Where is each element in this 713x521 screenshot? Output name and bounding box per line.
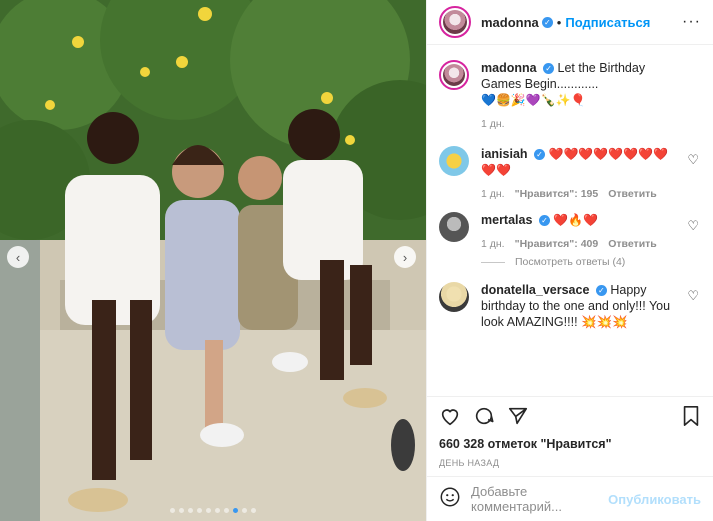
like-comment-heart-icon[interactable]: ♡ <box>687 218 699 234</box>
comment-avatar[interactable] <box>439 212 469 242</box>
bookmark-icon[interactable] <box>681 405 701 432</box>
comment-item: ianisiah ✓ ❤️❤️❤️❤️❤️❤️❤️❤️❤️❤️ 1 дн. "Н… <box>439 146 701 202</box>
author-avatar[interactable] <box>439 6 471 38</box>
emoji-icon[interactable] <box>439 486 461 513</box>
caption-emojis: 💙🍔🎉💜🍾✨🎈 <box>481 93 586 107</box>
comment-avatar[interactable] <box>439 146 469 176</box>
follow-button[interactable]: Подписаться <box>565 15 650 30</box>
verified-badge-icon: ✓ <box>538 215 550 226</box>
post-header: madonna ✓ • Подписаться ··· <box>427 0 713 45</box>
heart-icon[interactable] <box>439 405 461 432</box>
comment-text: ❤️🔥❤️ <box>553 213 599 227</box>
verified-badge-icon: ✓ <box>534 149 546 160</box>
carousel-dot <box>206 508 211 513</box>
like-comment-heart-icon[interactable]: ♡ <box>687 288 699 304</box>
verified-badge-icon: ✓ <box>541 16 553 28</box>
carousel-dot <box>242 508 247 513</box>
post-actions: 660 328 отметок "Нравится" ДЕНЬ НАЗАД <box>427 396 713 468</box>
comment-avatar[interactable] <box>439 282 469 312</box>
carousel-next-button[interactable]: › <box>394 246 416 268</box>
carousel-dot <box>188 508 193 513</box>
comment-item: donatella_versace ✓ Happy birthday to th… <box>439 282 701 330</box>
carousel-dot <box>224 508 229 513</box>
chevron-right-icon: › <box>402 249 408 265</box>
reply-button[interactable]: Ответить <box>608 186 657 202</box>
caption-body: madonna ✓ Let the Birthday Games Begin..… <box>481 60 701 132</box>
comment-time[interactable]: 1 дн. <box>481 186 505 202</box>
view-replies-label: Посмотреть ответы (4) <box>515 256 626 268</box>
verified-badge-icon: ✓ <box>595 285 607 296</box>
header-separator: • <box>556 14 562 30</box>
carousel-dot <box>251 508 256 513</box>
share-icon[interactable] <box>507 405 529 432</box>
likes-count[interactable]: 660 328 отметок "Нравится" <box>439 437 701 451</box>
caption-avatar[interactable] <box>439 60 469 90</box>
add-comment-input[interactable]: Добавьте комментарий... <box>471 484 608 514</box>
carousel-dot <box>233 508 238 513</box>
comment-likes[interactable]: "Нравится": 409 <box>515 236 599 252</box>
action-icons <box>439 403 701 433</box>
author-username[interactable]: madonna <box>481 15 539 30</box>
caption-time[interactable]: 1 дн. <box>481 116 505 132</box>
comment-username[interactable]: ianisiah <box>481 147 528 161</box>
comment-body: ianisiah ✓ ❤️❤️❤️❤️❤️❤️❤️❤️❤️❤️ 1 дн. "Н… <box>481 146 701 202</box>
comment-body: donatella_versace ✓ Happy birthday to th… <box>481 282 701 330</box>
avatar-image <box>443 64 465 86</box>
replies-divider <box>481 261 505 263</box>
avatar-image <box>443 10 467 34</box>
comment-meta: 1 дн. "Нравится": 409 Ответить <box>481 236 679 252</box>
ellipsis-icon[interactable]: ··· <box>682 13 701 31</box>
caption-username[interactable]: madonna <box>481 61 537 75</box>
publish-button[interactable]: Опубликовать <box>608 492 701 507</box>
comment-item: mertalas ✓ ❤️🔥❤️ 1 дн. "Нравится": 409 О… <box>439 212 701 252</box>
photo-illustration <box>0 0 426 521</box>
carousel-dot <box>197 508 202 513</box>
chevron-left-icon: ‹ <box>15 249 21 265</box>
carousel-prev-button[interactable]: ‹ <box>7 246 29 268</box>
comment-username[interactable]: donatella_versace <box>481 283 589 297</box>
verified-badge-icon: ✓ <box>543 63 555 74</box>
comments-list: madonna ✓ Let the Birthday Games Begin..… <box>439 60 701 340</box>
caption: madonna ✓ Let the Birthday Games Begin..… <box>439 60 701 132</box>
caption-meta: 1 дн. <box>481 116 679 132</box>
carousel-dot <box>170 508 175 513</box>
carousel-dot <box>215 508 220 513</box>
comment-likes[interactable]: "Нравится": 195 <box>515 186 599 202</box>
like-comment-heart-icon[interactable]: ♡ <box>687 152 699 168</box>
comment-time[interactable]: 1 дн. <box>481 236 505 252</box>
comment-icon[interactable] <box>473 405 495 432</box>
reply-button[interactable]: Ответить <box>608 236 657 252</box>
comment-body: mertalas ✓ ❤️🔥❤️ 1 дн. "Нравится": 409 О… <box>481 212 701 252</box>
instagram-post: ‹ › madonna ✓ • Подписаться ··· madonna … <box>0 0 713 521</box>
view-replies-button[interactable]: Посмотреть ответы (4) <box>481 256 701 268</box>
comment-username[interactable]: mertalas <box>481 213 532 227</box>
post-photo[interactable]: ‹ › <box>0 0 426 521</box>
post-side-panel: madonna ✓ • Подписаться ··· madonna ✓ Le… <box>426 0 713 521</box>
comment-meta: 1 дн. "Нравится": 195 Ответить <box>481 186 679 202</box>
post-date[interactable]: ДЕНЬ НАЗАД <box>439 458 701 468</box>
add-comment-bar: Добавьте комментарий... Опубликовать <box>427 476 713 521</box>
carousel-dot <box>179 508 184 513</box>
carousel-dots <box>0 508 426 513</box>
